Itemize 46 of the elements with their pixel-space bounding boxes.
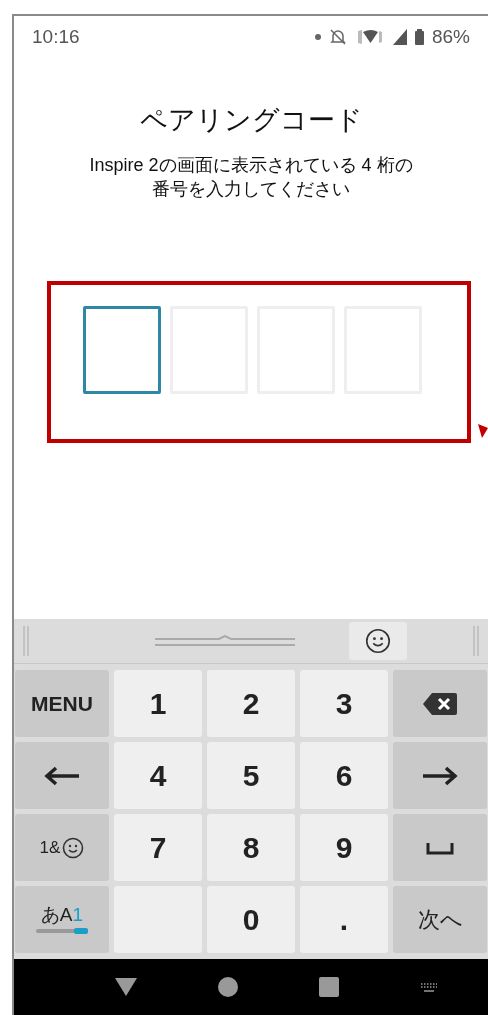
battery-percent: 86% (431, 24, 470, 49)
space-key[interactable] (393, 814, 487, 881)
key-label: あA1 (40, 905, 84, 924)
drag-handle-icon[interactable] (22, 626, 30, 656)
keyboard-key[interactable]: 3 (300, 670, 388, 737)
keyboard-key[interactable]: 8 (207, 814, 295, 881)
code-digit-field[interactable] (83, 305, 161, 394)
keyboard-key[interactable]: 9 (300, 814, 388, 881)
mode-indicator-icon (36, 928, 88, 934)
page-title: ペアリングコード (138, 104, 364, 137)
smiley-icon (365, 628, 392, 654)
smiley-icon (62, 836, 85, 859)
square-icon[interactable] (318, 977, 339, 997)
space-icon (426, 840, 454, 855)
keyboard-icon[interactable] (419, 982, 438, 992)
arrow-key[interactable] (393, 742, 487, 809)
backspace-icon (422, 691, 458, 716)
input-mode-key[interactable]: あA1 (15, 886, 109, 953)
home-circle-icon[interactable] (217, 977, 238, 997)
drag-handle-icon[interactable] (471, 626, 480, 656)
back-triangle-icon[interactable] (114, 978, 137, 996)
status-time: 10:16 (32, 24, 80, 49)
keyboard-key[interactable]: 6 (300, 742, 388, 809)
keyboard-key[interactable]: 次へ (393, 886, 487, 953)
keyboard-key[interactable]: 5 (207, 742, 295, 809)
keyboard-key[interactable]: 4 (114, 742, 202, 809)
right-arrow-icon (422, 765, 458, 786)
keyboard-key[interactable]: 1 (114, 670, 202, 737)
arrow-key[interactable] (15, 742, 109, 809)
collapse-handle-icon[interactable] (154, 635, 295, 647)
muted-bell-icon (328, 28, 347, 46)
keyboard-key[interactable]: 0 (207, 886, 295, 953)
pointer-arrow-icon (478, 424, 488, 438)
symbol-key[interactable]: 1& (15, 814, 109, 881)
keyboard-key[interactable]: MENU (15, 670, 109, 737)
keyboard-key[interactable]: 2 (207, 670, 295, 737)
dot-icon (314, 34, 321, 40)
emoji-button[interactable] (349, 622, 408, 660)
keyboard-key[interactable]: . (300, 886, 388, 953)
instruction-text: Inspire 2の画面に表示されている 4 桁の番号を入力してください (88, 153, 414, 201)
battery-icon (414, 29, 424, 45)
signal-icon (392, 29, 407, 45)
key-label: 1& (39, 836, 61, 859)
keyboard-key[interactable]: 7 (114, 814, 202, 881)
left-arrow-icon (44, 765, 80, 786)
backspace-key[interactable] (393, 670, 487, 737)
